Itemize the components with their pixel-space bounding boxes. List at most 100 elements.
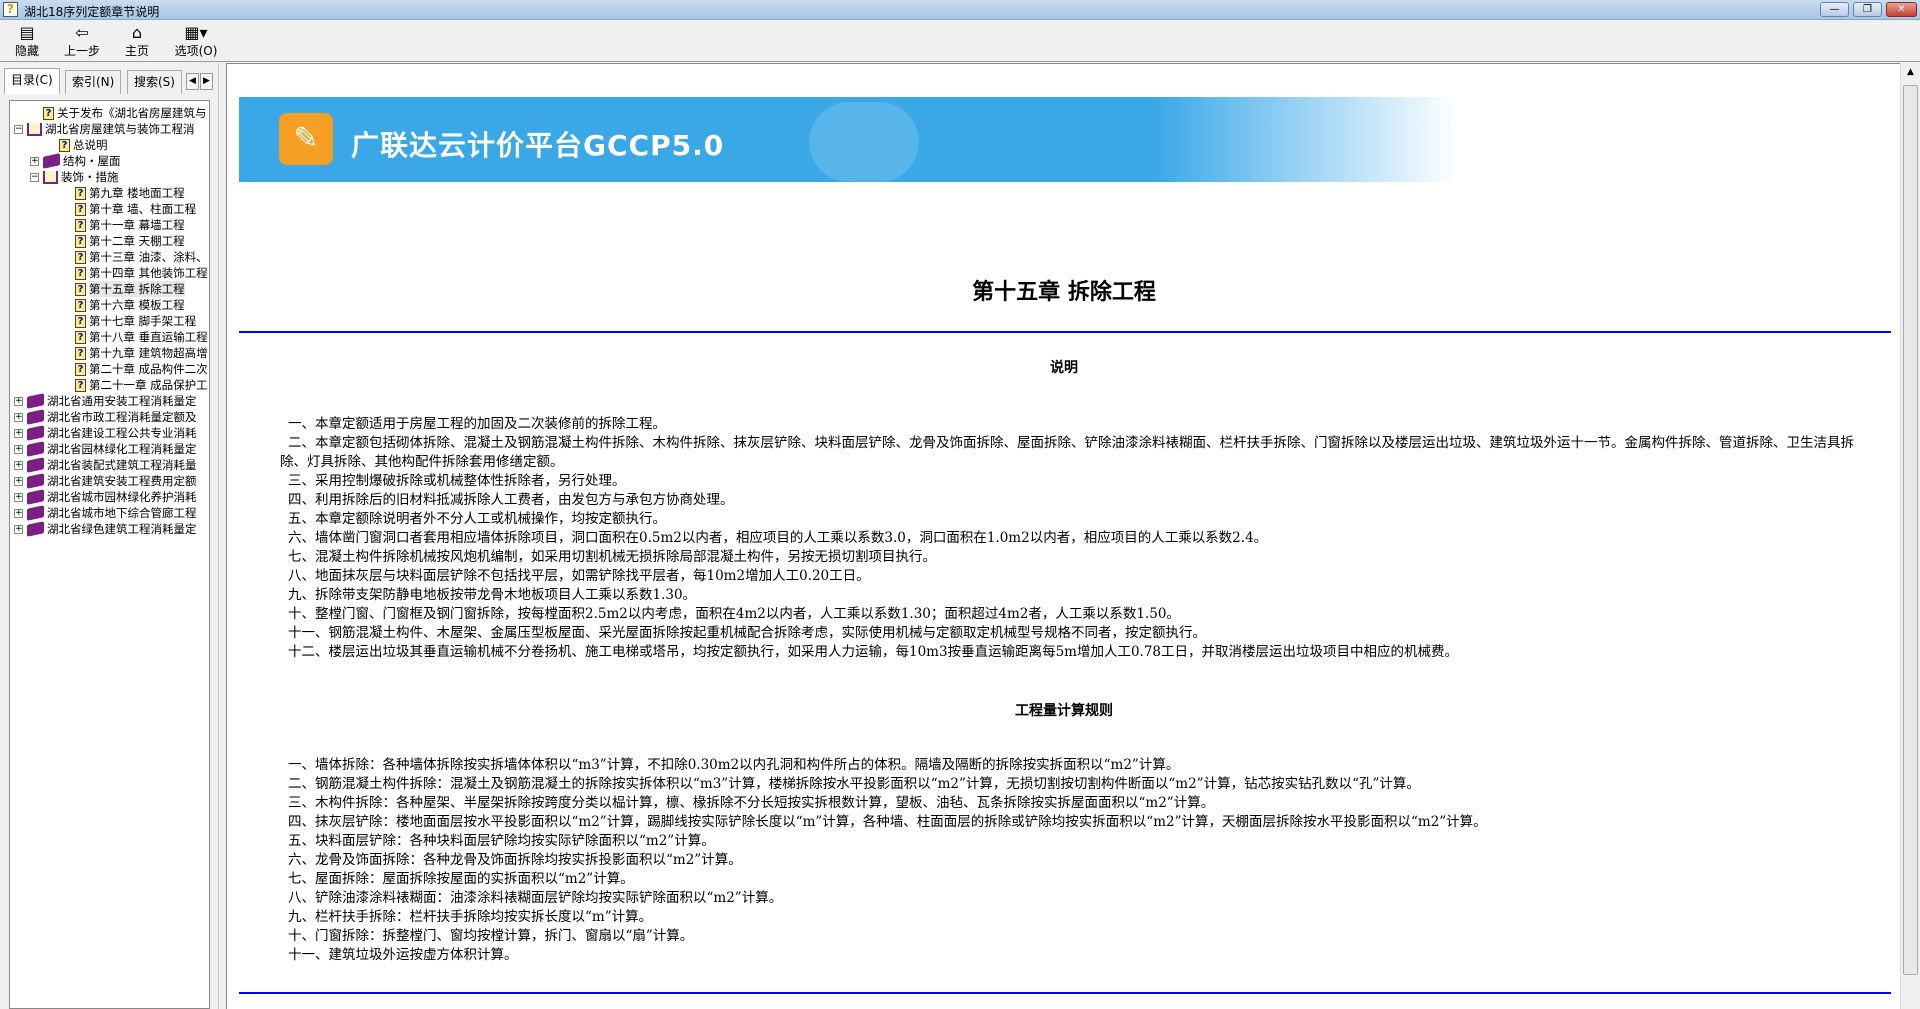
gccp-logo-icon: ✎: [279, 113, 333, 165]
tree-item[interactable]: ? 第二十一章 成品保护工: [75, 377, 208, 393]
rule-item: 三、木构件拆除：各种屋架、半屋架拆除按跨度分类以榀计算，檩、椽拆除不分长短按实拆…: [288, 795, 1215, 811]
tree-item-label: 结构・屋面: [63, 154, 121, 168]
closed-book-icon: [43, 153, 60, 169]
help-page-icon: ?: [75, 298, 86, 312]
closed-book-icon: [27, 441, 44, 457]
rule-item: 五、块料面层铲除：各种块料面层铲除均按实际铲除面积以“m2”计算。: [288, 833, 715, 849]
note-item: 二、本章定额包括砌体拆除、混凝土及钢筋混凝土构件拆除、木构件拆除、抹灰层铲除、块…: [280, 435, 1854, 470]
open-book-icon: [27, 122, 42, 136]
expand-icon[interactable]: +: [14, 460, 23, 470]
closed-book-icon: [27, 393, 44, 409]
expand-icon[interactable]: +: [14, 508, 23, 518]
tree-item-label: 湖北省城市地下综合管廊工程: [47, 506, 197, 520]
tree-item[interactable]: ? 第十八章 垂直运输工程: [75, 329, 208, 345]
tree-item[interactable]: ? 关于发布《湖北省房屋建筑与: [43, 105, 207, 121]
expand-icon[interactable]: +: [14, 476, 23, 486]
back-button[interactable]: ⇦ 上一步: [57, 24, 107, 59]
tree-item[interactable]: − 装饰・措施: [30, 169, 119, 185]
tab-contents[interactable]: 目录(C): [4, 68, 60, 94]
window-title: 湖北18序列定额章节说明: [24, 5, 160, 19]
help-page-icon: ?: [75, 266, 86, 280]
tree-item[interactable]: + 湖北省园林绿化工程消耗量定: [14, 441, 197, 457]
vertical-scrollbar[interactable]: ▲: [1900, 63, 1920, 1009]
options-button[interactable]: ▦▾ 选项(O): [166, 24, 226, 59]
scroll-up-icon[interactable]: ▲: [1901, 67, 1920, 77]
tree-item[interactable]: ? 第十二章 天棚工程: [75, 233, 185, 249]
section-heading-rules: 工程量计算规则: [1015, 703, 1113, 719]
tree-item[interactable]: + 湖北省市政工程消耗量定额及: [14, 409, 197, 425]
tree-item[interactable]: ? 第十九章 建筑物超高增: [75, 345, 208, 361]
back-label: 上一步: [63, 44, 100, 58]
minimize-button[interactable]: —: [1820, 2, 1849, 17]
note-item: 九、拆除带支架防静电地板按带龙骨木地板项目人工乘以系数1.30。: [288, 587, 697, 603]
expand-icon[interactable]: +: [14, 444, 23, 454]
expand-icon[interactable]: +: [14, 492, 23, 502]
note-item: 十二、楼层运出垃圾其垂直运输机械不分卷扬机、施工电梯或塔吊，均按定额执行，如采用…: [288, 644, 1459, 660]
closed-book-icon: [27, 457, 44, 473]
tree-item[interactable]: ? 第十七章 脚手架工程: [75, 313, 196, 329]
expand-icon[interactable]: +: [14, 396, 23, 406]
help-page-icon: ?: [75, 186, 86, 200]
section-heading-notes: 说明: [1050, 360, 1078, 376]
note-item: 四、利用拆除后的旧材料抵减拆除人工费者，由发包方与承包方协商处理。: [288, 492, 734, 508]
home-label: 主页: [124, 44, 149, 58]
tree-item[interactable]: + 湖北省通用安装工程消耗量定: [14, 393, 197, 409]
collapse-icon[interactable]: −: [30, 172, 39, 182]
expand-icon[interactable]: +: [14, 412, 23, 422]
tree-item[interactable]: ? 第十五章 拆除工程: [75, 281, 185, 297]
restore-button[interactable]: ❐: [1853, 2, 1882, 17]
close-button[interactable]: ✕: [1886, 2, 1917, 17]
tree-item[interactable]: ? 第十一章 幕墙工程: [75, 217, 185, 233]
help-page-icon: ?: [59, 138, 70, 152]
tree-item-label: 第十三章 油漆、涂料、: [89, 250, 208, 264]
expand-icon[interactable]: +: [14, 428, 23, 438]
tree-item-label: 第九章 楼地面工程: [89, 186, 185, 200]
help-page-icon: ?: [75, 330, 86, 344]
tree-item-label: 湖北省建筑安装工程费用定额: [47, 474, 197, 488]
tree-item[interactable]: ? 第二十章 成品构件二次: [75, 361, 208, 377]
tree-item[interactable]: ? 第十章 墙、柱面工程: [75, 201, 196, 217]
tree-item[interactable]: ? 第九章 楼地面工程: [75, 185, 185, 201]
divider: [239, 331, 1891, 333]
note-item: 六、墙体凿门窗洞口者套用相应墙体拆除项目，洞口面积在0.5m2以内者，相应项目的…: [288, 530, 1268, 546]
scroll-thumb[interactable]: [1903, 85, 1918, 975]
tab-search[interactable]: 搜索(S): [127, 70, 182, 94]
pane-splitter[interactable]: [218, 63, 226, 1009]
tab-scroll-right[interactable]: ▶: [200, 73, 213, 90]
tab-scroll-left[interactable]: ◀: [186, 73, 199, 90]
closed-book-icon: [27, 521, 44, 537]
help-page-icon: ?: [75, 346, 86, 360]
tree-item-label: 第十六章 模板工程: [89, 298, 185, 312]
tree-item-label: 湖北省装配式建筑工程消耗量: [47, 458, 197, 472]
tree-item[interactable]: + 湖北省绿色建筑工程消耗量定: [14, 521, 197, 537]
rule-item: 一、墙体拆除：各种墙体拆除按实拆墙体体积以“m3”计算，不扣除0.30m2以内孔…: [288, 757, 1180, 773]
closed-book-icon: [27, 489, 44, 505]
tab-index[interactable]: 索引(N): [65, 70, 122, 94]
tree-item[interactable]: + 湖北省城市园林绿化养护消耗: [14, 489, 197, 505]
note-item: 七、混凝土构件拆除机械按风炮机编制，如采用切割机械无损拆除局部混凝土构件，另按无…: [288, 549, 936, 565]
tree-item[interactable]: + 湖北省建设工程公共专业消耗: [14, 425, 197, 441]
tree-item[interactable]: ? 总说明: [59, 137, 108, 153]
rule-item: 二、钢筋混凝土构件拆除：混凝土及钢筋混凝土的拆除按实拆体积以“m3”计算，楼梯拆…: [288, 776, 1420, 792]
tree-item[interactable]: ? 第十四章 其他装饰工程: [75, 265, 208, 281]
tree-item-label: 总说明: [73, 138, 108, 152]
tree-item-label: 第十五章 拆除工程: [89, 281, 185, 297]
tree-item[interactable]: − 湖北省房屋建筑与装饰工程消: [14, 121, 195, 137]
gccp-banner: ✎ 广联达云计价平台GCCP5.0: [239, 97, 1458, 182]
tree-item[interactable]: + 湖北省城市地下综合管廊工程: [14, 505, 197, 521]
tree-item-label: 第十章 墙、柱面工程: [89, 202, 197, 216]
expand-icon[interactable]: +: [30, 156, 39, 166]
tree-item[interactable]: + 湖北省建筑安装工程费用定额: [14, 473, 197, 489]
collapse-icon[interactable]: −: [14, 124, 23, 134]
tree-item[interactable]: ? 第十六章 模板工程: [75, 297, 185, 313]
notes-list: 一、本章定额适用于房屋工程的加固及二次装修前的拆除工程。 二、本章定额包括砌体拆除…: [280, 415, 1880, 662]
tree-item[interactable]: ? 第十三章 油漆、涂料、: [75, 249, 208, 265]
tree-item[interactable]: + 湖北省装配式建筑工程消耗量: [14, 457, 197, 473]
help-page-icon: ?: [75, 378, 86, 392]
tree-item[interactable]: + 结构・屋面: [30, 153, 121, 169]
home-button[interactable]: ⌂ 主页: [112, 24, 162, 59]
expand-icon[interactable]: +: [14, 524, 23, 534]
note-item: 十一、钢筋混凝土构件、木屋架、金属压型板屋面、采光屋面拆除按起重机械配合拆除考虑…: [288, 625, 1206, 641]
tree-item-label: 第二十一章 成品保护工: [89, 378, 208, 392]
hide-button[interactable]: ▤ 隐藏: [2, 24, 52, 59]
